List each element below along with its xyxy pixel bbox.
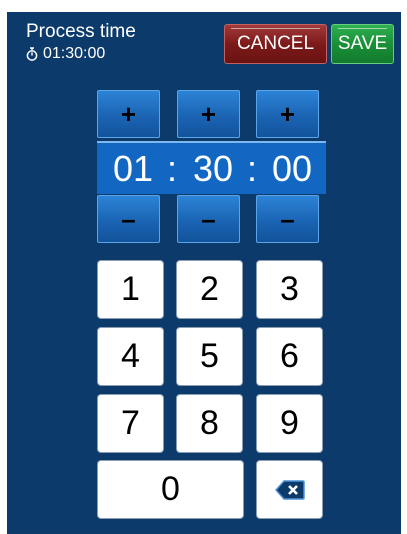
minus-icon: – [280,204,295,234]
page-title: Process time [26,21,136,42]
minutes-increment-button[interactable]: + [177,90,240,138]
save-button-label: SAVE [337,33,388,54]
current-time-value: 01:30:00 [43,45,106,62]
save-button[interactable]: SAVE [331,24,394,64]
keypad-key-9[interactable]: 9 [256,394,323,453]
hours-decrement-button[interactable]: – [97,195,160,243]
plus-icon: + [200,99,217,129]
time-separator: : [167,148,178,189]
hours-increment-button[interactable]: + [97,90,160,138]
seconds-increment-button[interactable]: + [256,90,319,138]
minus-icon: – [201,204,216,234]
cancel-button[interactable]: CANCEL [224,24,327,64]
keypad-key-6[interactable]: 6 [256,327,323,386]
keypad-key-1[interactable]: 1 [97,260,164,319]
minus-icon: – [121,204,136,234]
backspace-icon [274,479,305,500]
keypad-key-5[interactable]: 5 [176,327,243,386]
seconds-field[interactable]: 00 [260,143,324,194]
keypad-key-2[interactable]: 2 [176,260,243,319]
keypad-key-0[interactable]: 0 [97,460,244,519]
keypad-key-8[interactable]: 8 [176,394,243,453]
minutes-field[interactable]: 30 [181,143,245,194]
save-button-highlight [338,28,387,29]
cancel-button-label: CANCEL [236,33,315,54]
keypad-key-7[interactable]: 7 [97,394,164,453]
current-time: 01:30:00 [26,44,105,64]
seconds-decrement-button[interactable]: – [256,195,319,243]
stopwatch-icon [26,47,38,61]
time-separator: : [247,148,258,189]
cancel-button-highlight [231,28,320,29]
time-display: 01 : 30 : 00 [97,141,326,194]
plus-icon: + [120,99,137,129]
plus-icon: + [279,99,296,129]
backspace-button[interactable] [256,460,323,519]
keypad-key-4[interactable]: 4 [97,327,164,386]
minutes-decrement-button[interactable]: – [177,195,240,243]
keypad-key-3[interactable]: 3 [256,260,323,319]
hours-field[interactable]: 01 [101,143,165,194]
